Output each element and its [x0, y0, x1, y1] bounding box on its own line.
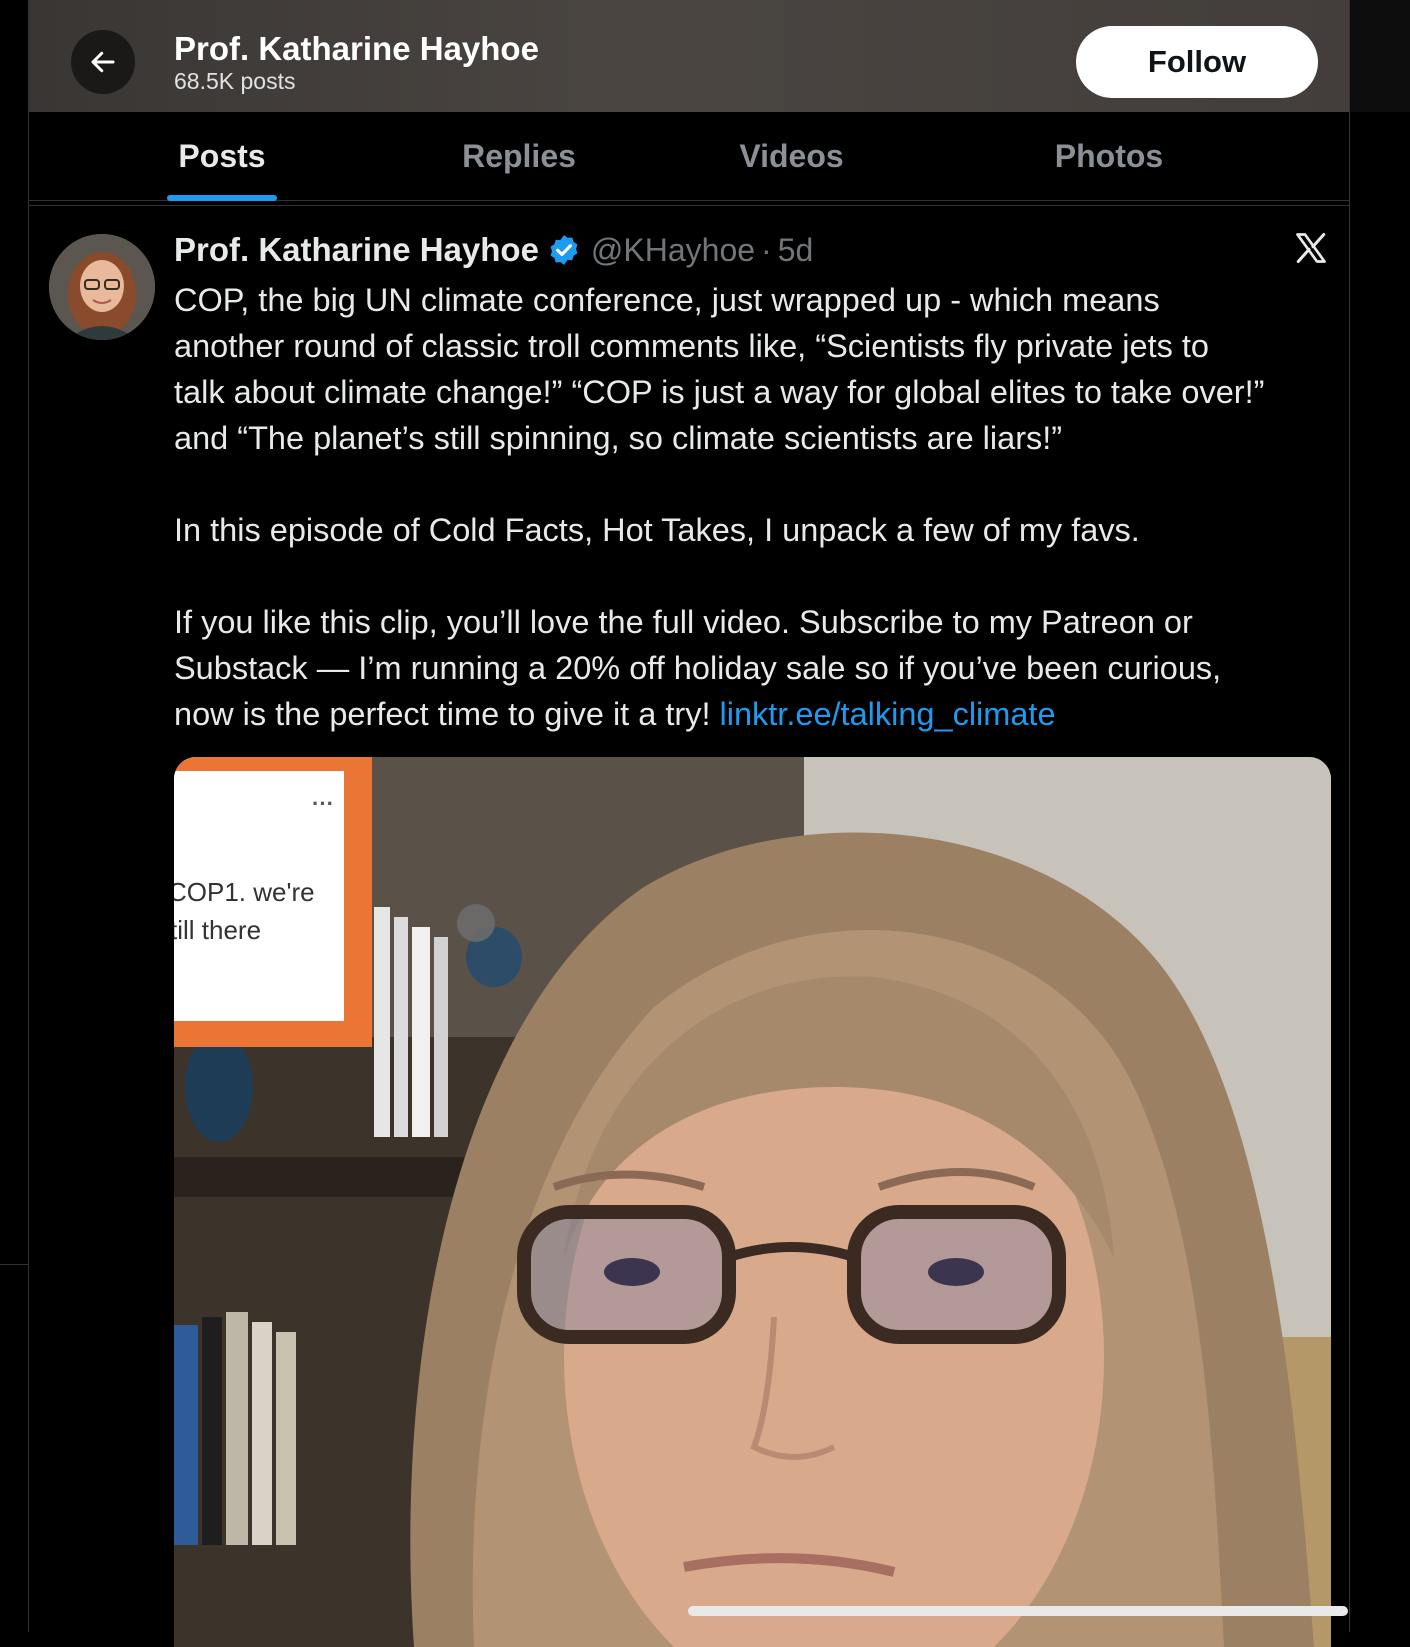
separator-dot: · — [761, 231, 772, 268]
verified-badge-icon — [550, 235, 578, 265]
active-tab-indicator — [167, 195, 277, 201]
text-line: Substack — I’m running a 20% off holiday… — [174, 650, 1222, 686]
back-button[interactable] — [71, 30, 135, 94]
scroll-indicator[interactable] — [688, 1606, 1348, 1616]
tab-photos[interactable]: Photos — [1039, 112, 1179, 200]
text-line: and “The planet’s still spinning, so cli… — [174, 420, 1063, 456]
back-arrow-icon — [91, 51, 115, 73]
avatar[interactable] — [49, 234, 155, 340]
posts-count: 68.5K posts — [174, 68, 296, 94]
more-dots-icon: ··· — [312, 791, 334, 816]
tab-label: Photos — [1054, 137, 1164, 174]
video-frame — [174, 757, 1331, 1647]
overlay-text-line: till there — [174, 915, 262, 945]
text-line: now is the perfect time to give it a try… — [174, 691, 1349, 737]
tab-posts[interactable]: Posts — [167, 112, 277, 201]
x-logo-icon[interactable] — [1293, 230, 1329, 266]
tab-replies[interactable]: Replies — [449, 112, 589, 200]
divider — [29, 205, 1349, 206]
post-text: COP, the big UN climate conference, just… — [174, 277, 1349, 737]
text-line: another round of classic troll comments … — [174, 328, 1209, 364]
header-title: Prof. Katharine Hayhoe — [174, 30, 539, 67]
profile-tabs: Posts Replies Videos Photos — [29, 112, 1349, 201]
tab-videos[interactable]: Videos — [724, 112, 859, 200]
tab-label: Videos — [739, 137, 844, 174]
avatar-image — [49, 234, 155, 340]
post-time[interactable]: 5d — [778, 232, 814, 269]
profile-column: Prof. Katharine Hayhoe 68.5K posts Follo… — [28, 0, 1350, 1647]
author-name[interactable]: Prof. Katharine Hayhoe — [174, 231, 539, 269]
text-line-content: now is the perfect time to give it a try… — [174, 696, 720, 732]
post-header: Prof. Katharine Hayhoe @KHayhoe · 5d — [174, 228, 813, 272]
text-line: talk about climate change!” “COP is just… — [174, 374, 1265, 410]
tab-label: Posts — [178, 137, 266, 174]
text-line: In this episode of Cold Facts, Hot Takes… — [174, 512, 1140, 548]
follow-button[interactable]: Follow — [1076, 26, 1318, 98]
post-link[interactable]: linktr.ee/talking_climate — [720, 696, 1056, 732]
overlay-text-line: COP1. we're — [174, 877, 315, 907]
profile-header: Prof. Katharine Hayhoe 68.5K posts Follo… — [29, 0, 1349, 112]
side-strip — [1350, 0, 1410, 112]
author-handle[interactable]: @KHayhoe — [591, 232, 755, 269]
text-line: If you like this clip, you’ll love the f… — [174, 604, 1193, 640]
tab-label: Replies — [462, 137, 576, 174]
post-video[interactable]: ··· COP1. we're till there — [174, 757, 1331, 1647]
text-line: COP, the big UN climate conference, just… — [174, 282, 1160, 318]
side-divider — [0, 1264, 28, 1265]
